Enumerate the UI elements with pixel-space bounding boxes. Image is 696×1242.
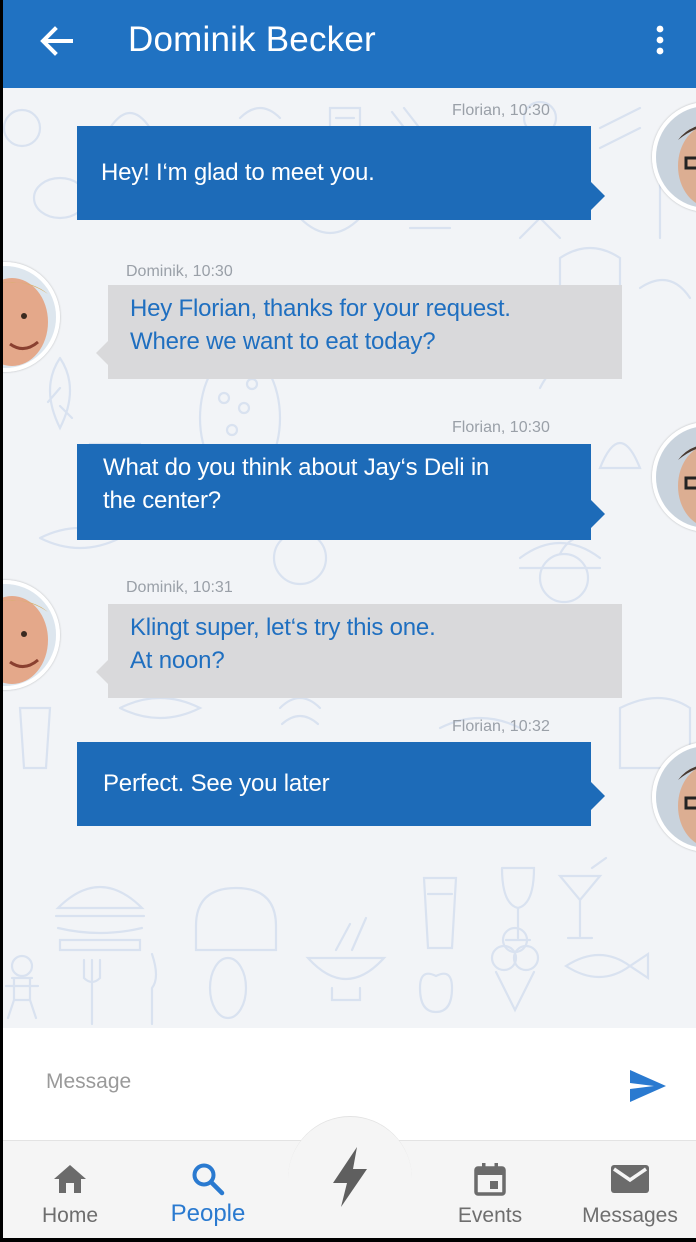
incoming-message-bubble[interactable]: Klingt super, let‘s try this one. At noo… [96, 604, 622, 698]
back-button[interactable] [30, 18, 82, 64]
page-title: Dominik Becker [128, 20, 376, 59]
bubble-tail [96, 660, 108, 684]
message-meta: Dominik, 10:30 [126, 263, 233, 280]
message-text: Perfect. See you later [103, 770, 330, 797]
search-icon [192, 1163, 225, 1196]
nav-events[interactable]: Events [442, 1141, 538, 1239]
chat-thread[interactable]: Florian, 10:30 Hey! I‘m glad to meet you… [0, 88, 696, 1028]
bubble-tail [591, 182, 605, 210]
message-text: At noon? [130, 647, 225, 674]
more-vert-icon [656, 25, 664, 55]
outgoing-message-bubble[interactable]: Perfect. See you later [77, 742, 605, 826]
chat-screen: Dominik Becker Florian, 10:30 Hey! I‘m g… [0, 0, 696, 1242]
nav-messages-label: Messages [582, 1204, 678, 1227]
message-text: the center? [103, 487, 221, 514]
nav-people[interactable]: People [160, 1141, 256, 1239]
message-meta: Florian, 10:32 [452, 718, 550, 735]
nav-events-label: Events [457, 1204, 523, 1227]
bubble-tail [591, 500, 605, 528]
nav-home[interactable]: Home [22, 1141, 118, 1239]
outgoing-message-bubble[interactable]: Hey! I‘m glad to meet you. [77, 126, 605, 220]
nav-messages[interactable]: Messages [578, 1141, 682, 1239]
frame-edge [0, 0, 3, 1242]
message-text: Hey Florian, thanks for your request. [130, 295, 511, 322]
send-icon [630, 1070, 666, 1102]
message-input[interactable] [46, 1062, 586, 1102]
message-text: Where we want to eat today? [130, 328, 436, 355]
calendar-icon [474, 1163, 506, 1196]
message-meta: Florian, 10:30 [452, 419, 550, 436]
incoming-message-bubble[interactable]: Hey Florian, thanks for your request. Wh… [96, 285, 622, 379]
message-meta: Dominik, 10:31 [126, 579, 233, 596]
arrow-left-icon [40, 26, 73, 56]
bubble-tail [591, 782, 605, 810]
nav-people-label: People [170, 1200, 246, 1227]
message-text: Hey! I‘m glad to meet you. [101, 159, 375, 186]
more-menu-button[interactable] [640, 16, 680, 64]
mail-icon [611, 1165, 649, 1193]
flash-icon [333, 1147, 367, 1207]
message-text: What do you think about Jay‘s Deli in [103, 454, 490, 481]
nav-home-label: Home [41, 1204, 99, 1227]
outgoing-message-bubble[interactable]: What do you think about Jay‘s Deli in th… [77, 444, 605, 540]
food-doodle-background [2, 100, 692, 1026]
message-meta: Florian, 10:30 [452, 102, 550, 119]
app-bar: Dominik Becker [0, 0, 696, 88]
flash-button[interactable] [288, 1116, 412, 1238]
frame-edge [0, 1238, 696, 1242]
bubble-tail [96, 341, 108, 365]
message-text: Klingt super, let‘s try this one. [130, 614, 436, 641]
home-icon [54, 1165, 86, 1193]
send-button[interactable] [624, 1064, 672, 1108]
